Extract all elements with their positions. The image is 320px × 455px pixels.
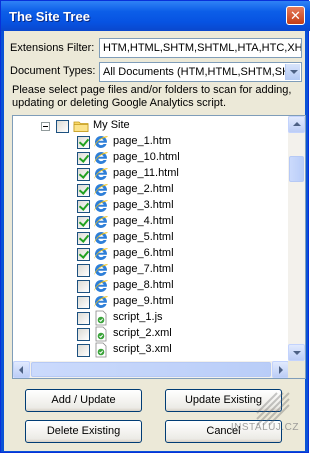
scroll-up-button[interactable] (288, 116, 305, 133)
document-types-label: Document Types: (10, 65, 96, 77)
title-bar[interactable]: The Site Tree ✕ (1, 1, 310, 31)
tree-row[interactable]: page_7.html (13, 262, 289, 278)
file-checkbox[interactable] (77, 312, 90, 325)
tree-row[interactable]: page_8.html (13, 278, 289, 294)
ie-page-icon (94, 263, 108, 276)
ie-page-icon (94, 279, 108, 292)
ie-page-icon (94, 247, 108, 260)
extensions-filter-input[interactable]: HTM,HTML,SHTM,SHTML,HTA,HTC,XH (99, 38, 302, 58)
tree-row-label: page_4.html (113, 215, 174, 227)
tree-row-label: page_7.html (113, 263, 174, 275)
tree-row[interactable]: page_4.html (13, 214, 289, 230)
tree-root-label: My Site (93, 119, 130, 131)
tree-row-label: script_2.xml (113, 327, 172, 339)
document-types-select[interactable]: All Documents (HTM,HTML,SHTM,SH (99, 62, 302, 82)
file-checkbox[interactable] (77, 184, 90, 197)
close-button[interactable]: ✕ (286, 6, 305, 25)
tree-row-label: page_6.html (113, 247, 174, 259)
tree-row[interactable]: page_9.html (13, 294, 289, 310)
tree-row-label: page_10.html (113, 151, 180, 163)
file-checkbox[interactable] (77, 296, 90, 309)
file-checkbox[interactable] (77, 136, 90, 149)
ie-page-icon (94, 151, 108, 164)
ie-page-icon (94, 215, 108, 228)
script-file-icon (95, 342, 107, 358)
file-checkbox[interactable] (77, 280, 90, 293)
ie-page-icon (94, 295, 108, 308)
tree-row[interactable]: script_3.xml (13, 342, 289, 358)
tree-root-row[interactable]: My Site (13, 118, 289, 134)
chevron-down-icon[interactable] (285, 64, 300, 80)
horizontal-scroll-thumb[interactable] (31, 362, 271, 377)
tree-row[interactable]: page_10.html (13, 150, 289, 166)
vertical-scroll-thumb[interactable] (289, 156, 304, 182)
folder-icon (73, 121, 89, 132)
file-checkbox[interactable] (77, 216, 90, 229)
tree-row[interactable]: page_11.html (13, 166, 289, 182)
tree-row[interactable]: page_6.html (13, 246, 289, 262)
tree-row-label: script_1.js (113, 311, 163, 323)
document-types-value: All Documents (HTM,HTML,SHTM,SH (103, 66, 291, 78)
delete-existing-button[interactable]: Delete Existing (25, 420, 142, 443)
window-title: The Site Tree (9, 9, 90, 24)
tree-row[interactable]: page_3.html (13, 198, 289, 214)
watermark-text: INSTALUJ.CZ (230, 422, 299, 433)
scroll-down-button[interactable] (288, 344, 305, 361)
scroll-left-button[interactable] (13, 361, 30, 378)
close-icon: ✕ (290, 8, 301, 23)
tree-row[interactable]: script_2.xml (13, 326, 289, 342)
instructions-text: Please select page files and/or folders … (12, 84, 292, 109)
file-checkbox[interactable] (77, 248, 90, 261)
file-checkbox[interactable] (77, 152, 90, 165)
tree-row[interactable]: page_2.html (13, 182, 289, 198)
site-tree-view[interactable]: My Site page_1.htm page_10.html page_11.ht… (12, 115, 306, 379)
file-checkbox[interactable] (77, 328, 90, 341)
tree-row-label: page_8.html (113, 279, 174, 291)
file-checkbox[interactable] (77, 232, 90, 245)
file-checkbox[interactable] (77, 200, 90, 213)
ie-page-icon (94, 167, 108, 180)
scroll-right-button[interactable] (272, 361, 289, 378)
horizontal-scrollbar[interactable] (13, 361, 289, 378)
tree-row[interactable]: page_5.html (13, 230, 289, 246)
file-checkbox[interactable] (77, 168, 90, 181)
tree-row[interactable]: script_1.js (13, 310, 289, 326)
site-tree-window: The Site Tree ✕ Extensions Filter: HTM,H… (0, 0, 310, 453)
tree-row[interactable]: page_1.htm (13, 134, 289, 150)
tree-row-label: page_3.html (113, 199, 174, 211)
ie-page-icon (94, 135, 108, 148)
tree-rows: My Site page_1.htm page_10.html page_11.ht… (13, 116, 289, 361)
file-checkbox[interactable] (77, 264, 90, 277)
tree-row-label: page_1.htm (113, 135, 172, 147)
file-checkbox[interactable] (77, 344, 90, 357)
vertical-scrollbar[interactable] (288, 116, 305, 361)
tree-row-label: page_9.html (113, 295, 174, 307)
ie-page-icon (94, 183, 108, 196)
ie-page-icon (94, 231, 108, 244)
tree-row-label: script_3.xml (113, 343, 172, 355)
root-checkbox[interactable] (56, 120, 69, 133)
dialog-body: Extensions Filter: HTM,HTML,SHTM,SHTML,H… (4, 31, 306, 451)
scroll-corner (288, 361, 305, 378)
add-update-button[interactable]: Add / Update (25, 389, 142, 412)
tree-row-label: page_2.html (113, 183, 174, 195)
script-file-icon (95, 326, 107, 342)
extensions-filter-label: Extensions Filter: (10, 42, 95, 54)
ie-page-icon (94, 199, 108, 212)
collapse-icon[interactable] (41, 122, 50, 131)
tree-row-label: page_5.html (113, 231, 174, 243)
script-file-icon (95, 310, 107, 326)
tree-row-label: page_11.html (113, 167, 179, 179)
